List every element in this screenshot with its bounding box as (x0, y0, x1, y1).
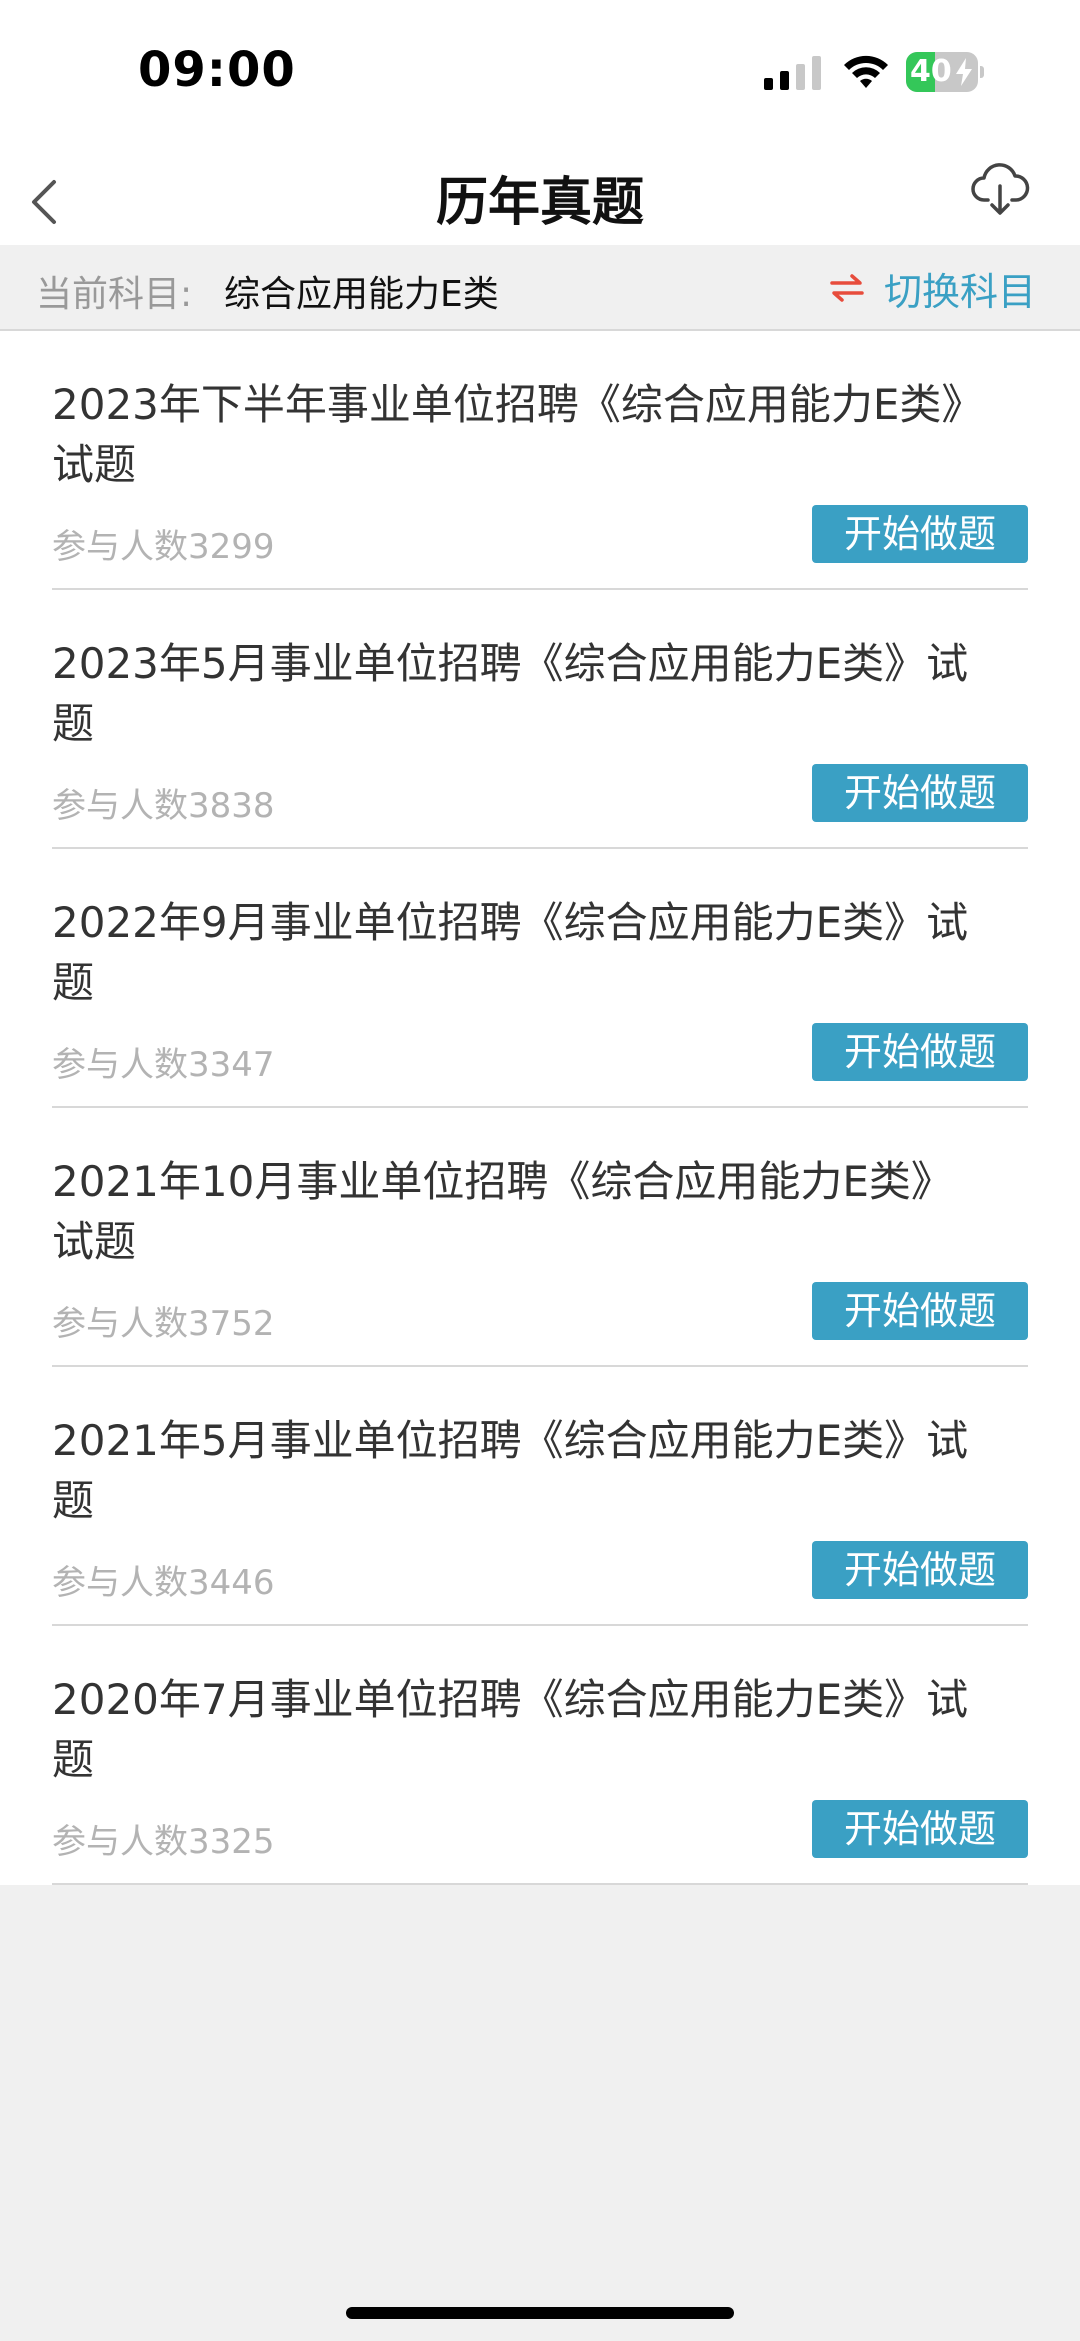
exam-list-item[interactable]: 2023年下半年事业单位招聘《综合应用能力E类》试题 参与人数3299 开始做题 (52, 331, 1028, 590)
current-subject-value: 综合应用能力E类 (224, 274, 499, 315)
page-title: 历年真题 (435, 173, 644, 233)
participant-count: 参与人数3299 (52, 527, 275, 567)
switch-subject-label: 切换科目 (884, 269, 1037, 314)
swap-arrows-icon (830, 274, 864, 302)
battery-cap (980, 66, 984, 78)
home-indicator[interactable] (346, 2307, 734, 2319)
exam-title: 2022年9月事业单位招聘《综合应用能力E类》试题 (52, 898, 969, 1007)
participant-count: 参与人数3838 (52, 786, 275, 826)
exam-title: 2023年下半年事业单位招聘《综合应用能力E类》试题 (52, 380, 963, 489)
exam-title: 2021年10月事业单位招聘《综合应用能力E类》试题 (52, 1157, 953, 1266)
exam-list: 2023年下半年事业单位招聘《综合应用能力E类》试题 参与人数3299 开始做题… (0, 331, 1080, 1885)
app-screen: 09:00 40 历年真题 当前科目: 综合应用能力E类 切换科目 2023年下… (0, 0, 1080, 2341)
exam-list-item[interactable]: 2020年7月事业单位招聘《综合应用能力E类》试题 参与人数3325 开始做题 (52, 1626, 1028, 1885)
current-subject-label: 当前科目: (36, 274, 193, 315)
exam-title: 2020年7月事业单位招聘《综合应用能力E类》试题 (52, 1675, 969, 1784)
start-exam-button[interactable]: 开始做题 (812, 1282, 1028, 1340)
cellular-signal-icon (764, 56, 821, 90)
subject-bar: 当前科目: 综合应用能力E类 切换科目 (0, 245, 1080, 331)
participant-count: 参与人数3347 (52, 1045, 275, 1085)
start-exam-button[interactable]: 开始做题 (812, 1541, 1028, 1599)
participant-count: 参与人数3752 (52, 1304, 275, 1344)
charging-bolt-icon (956, 58, 972, 86)
cloud-download-icon[interactable] (970, 160, 1030, 220)
status-bar: 09:00 40 (0, 0, 1080, 150)
exam-list-item[interactable]: 2021年10月事业单位招聘《综合应用能力E类》试题 参与人数3752 开始做题 (52, 1108, 1028, 1367)
start-exam-button[interactable]: 开始做题 (812, 764, 1028, 822)
start-exam-button[interactable]: 开始做题 (812, 1800, 1028, 1858)
exam-list-item[interactable]: 2021年5月事业单位招聘《综合应用能力E类》试题 参与人数3446 开始做题 (52, 1367, 1028, 1626)
participant-count: 参与人数3446 (52, 1563, 275, 1603)
switch-subject-button[interactable]: 切换科目 (830, 261, 1036, 315)
start-exam-button[interactable]: 开始做题 (812, 1023, 1028, 1081)
battery-indicator: 40 (906, 52, 984, 92)
exam-title: 2023年5月事业单位招聘《综合应用能力E类》试题 (52, 639, 969, 748)
exam-title: 2021年5月事业单位招聘《综合应用能力E类》试题 (52, 1416, 969, 1525)
wifi-icon (844, 55, 888, 88)
battery-body: 40 (906, 52, 978, 92)
participant-count: 参与人数3325 (52, 1822, 275, 1862)
nav-bar: 历年真题 (0, 150, 1080, 245)
start-exam-button[interactable]: 开始做题 (812, 505, 1028, 563)
exam-list-item[interactable]: 2022年9月事业单位招聘《综合应用能力E类》试题 参与人数3347 开始做题 (52, 849, 1028, 1108)
status-time: 09:00 (138, 42, 296, 98)
exam-list-item[interactable]: 2023年5月事业单位招聘《综合应用能力E类》试题 参与人数3838 开始做题 (52, 590, 1028, 849)
